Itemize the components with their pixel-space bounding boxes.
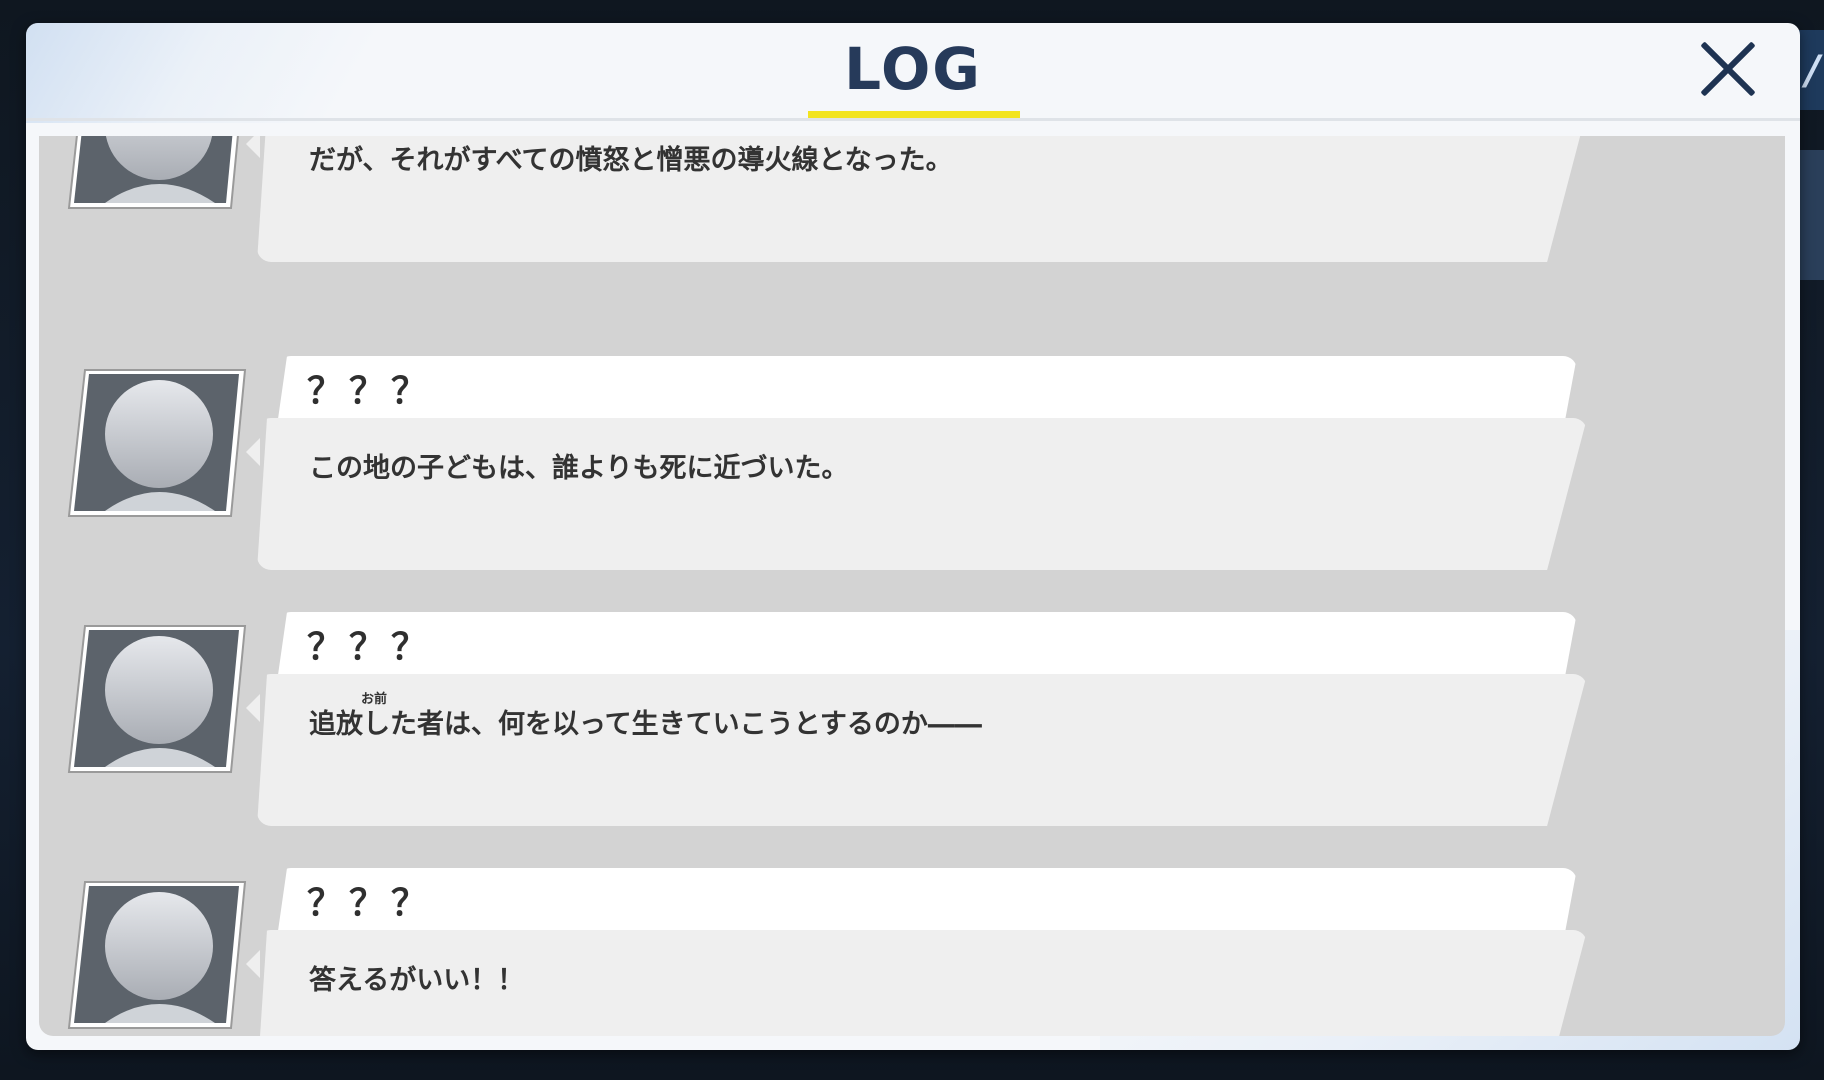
message-text-part: 追放	[309, 709, 363, 740]
bubble-pointer	[246, 136, 260, 158]
speaker-name: ？？？	[307, 371, 434, 412]
bubble-pointer	[246, 694, 260, 722]
message-bubble: 答えるがいい！！	[257, 930, 1587, 1036]
title-underline	[808, 111, 1020, 118]
ruby-reading: お前	[361, 692, 388, 707]
speaker-name-bar: ？？？	[277, 612, 1577, 682]
message-text: この地の子どもは、誰よりも死に近づいた。	[309, 453, 849, 484]
log-entry: だが、それがすべての憤怒と憎悪の導火線となった。	[39, 136, 1785, 278]
log-list[interactable]: だが、それがすべての憤怒と憎悪の導火線となった。 ？？？ この地の子どもは、誰よ…	[39, 136, 1785, 1036]
message-text: 答えるがいい！！	[309, 965, 525, 996]
log-entry: ？？？ 追放 お前 した者は、何を以って生きていこうとするのか――	[39, 612, 1785, 842]
avatar-silhouette-icon	[67, 880, 247, 1030]
speaker-name-bar: ？？？	[277, 868, 1577, 938]
log-panel: LOG だが、それがすべての憤怒と憎悪の導火線となった。 ？？？ この地の子ども…	[26, 23, 1800, 1050]
avatar-silhouette-icon	[67, 624, 247, 774]
bubble-pointer	[246, 438, 260, 466]
message-bubble: だが、それがすべての憤怒と憎悪の導火線となった。	[257, 136, 1587, 262]
speaker-name: ？？？	[307, 883, 434, 924]
message-bubble: この地の子どもは、誰よりも死に近づいた。	[257, 418, 1587, 570]
speaker-name-bar: ？？？	[277, 356, 1577, 426]
speaker-name: ？？？	[307, 627, 434, 668]
ruby-annotated-text: お前し	[361, 692, 390, 740]
log-entry: ？？？ この地の子どもは、誰よりも死に近づいた。	[39, 356, 1785, 586]
background-glyph: /	[1805, 48, 1820, 94]
avatar-silhouette-icon	[67, 136, 247, 210]
page-title: LOG	[844, 35, 982, 103]
log-entry: ？？？ 答えるがいい！！	[39, 868, 1785, 1036]
log-header: LOG	[26, 23, 1800, 121]
message-text-part: た者は、何を以って生きていこうとするのか――	[390, 709, 982, 740]
close-icon[interactable]	[1696, 37, 1760, 101]
ruby-base: し	[363, 709, 390, 740]
message-text: だが、それがすべての憤怒と憎悪の導火線となった。	[309, 145, 953, 176]
bubble-pointer	[246, 950, 260, 978]
message-text: 追放 お前 した者は、何を以って生きていこうとするのか――	[309, 692, 982, 741]
avatar-silhouette-icon	[67, 368, 247, 518]
message-bubble: 追放 お前 した者は、何を以って生きていこうとするのか――	[257, 674, 1587, 826]
